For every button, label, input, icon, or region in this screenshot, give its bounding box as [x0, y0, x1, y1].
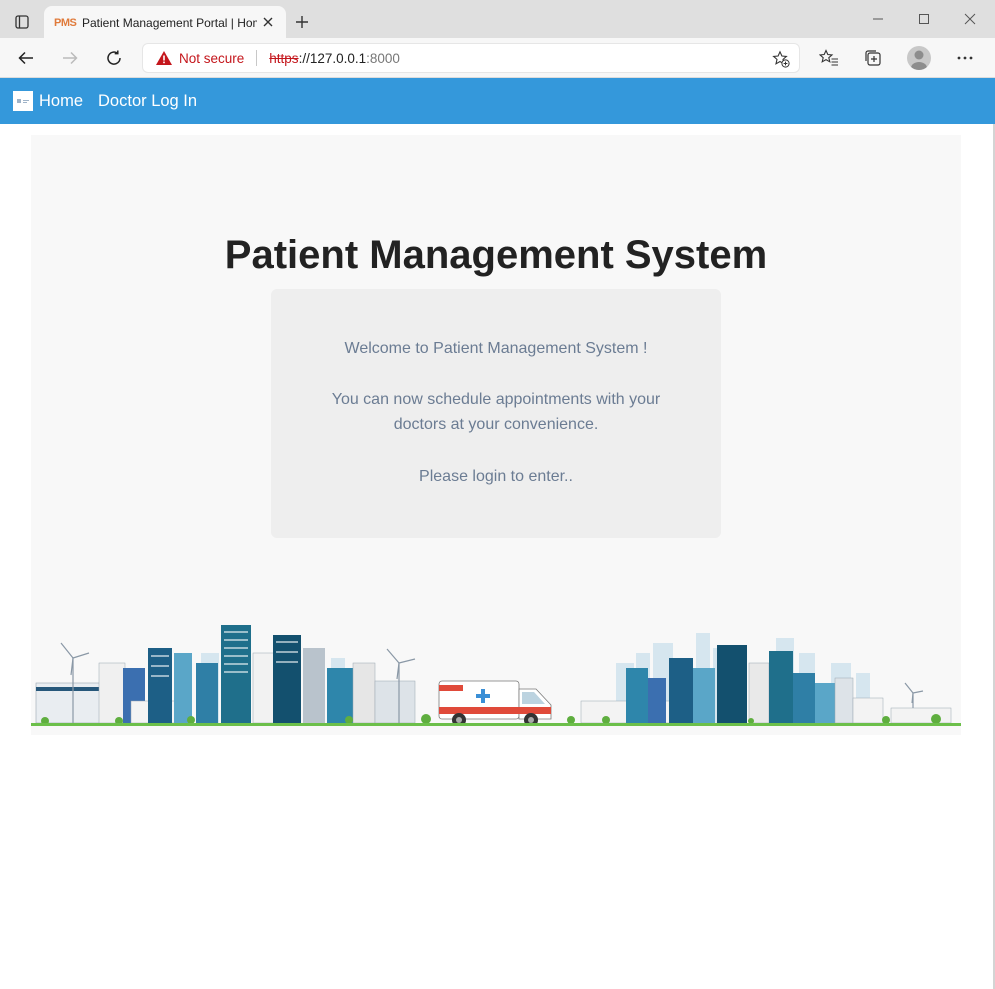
browser-tab-bar: PMS Patient Management Portal | Home — [0, 0, 995, 39]
window-close-icon[interactable] — [958, 8, 982, 30]
refresh-icon[interactable] — [102, 46, 126, 70]
security-status[interactable]: Not secure — [179, 51, 244, 66]
maximize-icon[interactable] — [912, 8, 936, 30]
tab-title: Patient Management Portal | Home — [82, 15, 257, 30]
forward-arrow-icon[interactable] — [58, 46, 82, 70]
nav-doctor-login-link[interactable]: Doctor Log In — [98, 92, 197, 111]
address-divider — [256, 50, 258, 66]
tab-actions-icon[interactable] — [10, 10, 34, 34]
login-prompt: Please login to enter.. — [419, 468, 573, 485]
site-navbar: Home Doctor Log In — [0, 78, 995, 124]
url-host: 127.0.0.1 — [309, 50, 367, 66]
minimize-icon[interactable] — [866, 8, 890, 30]
warning-icon — [155, 50, 173, 66]
url-separator: :// — [298, 50, 310, 66]
address-bar[interactable]: Not secure https://127.0.0.1:8000 — [142, 43, 800, 73]
more-menu-icon[interactable] — [953, 46, 977, 70]
favicon: PMS — [54, 16, 77, 29]
url-scheme: https — [269, 50, 299, 66]
description-line-1: You can now schedule appointments with y… — [331, 391, 661, 408]
hero-section: Patient Management System Welcome to Pat… — [31, 135, 961, 735]
page-title: Patient Management System — [224, 233, 768, 277]
description-line-2: doctors at your convenience. — [393, 416, 599, 433]
welcome-card: Welcome to Patient Management System ! Y… — [271, 289, 721, 538]
url-port: :8000 — [366, 50, 400, 66]
browser-tab[interactable]: PMS Patient Management Portal | Home — [44, 6, 286, 39]
brand-logo-icon[interactable] — [13, 91, 33, 111]
ambulance-icon — [438, 680, 552, 727]
nav-home-link[interactable]: Home — [39, 92, 83, 111]
back-arrow-icon[interactable] — [14, 46, 38, 70]
profile-avatar[interactable] — [907, 46, 931, 70]
cityscape-illustration — [31, 625, 961, 735]
welcome-message: Welcome to Patient Management System ! — [344, 340, 648, 357]
add-favorite-icon[interactable] — [771, 49, 791, 69]
favorites-icon[interactable] — [817, 46, 841, 70]
plus-icon[interactable] — [292, 12, 312, 32]
collections-icon[interactable] — [861, 46, 885, 70]
browser-toolbar: Not secure https://127.0.0.1:8000 — [0, 38, 995, 78]
close-icon[interactable] — [260, 14, 276, 30]
